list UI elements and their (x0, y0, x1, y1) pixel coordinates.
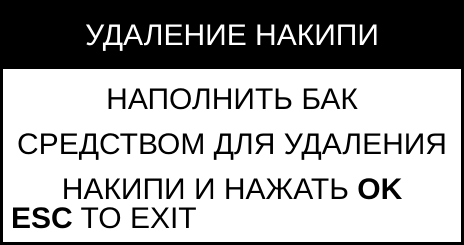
screen-title: УДАЛЕНИЕ НАКИПИ (85, 19, 379, 52)
esc-key-label: ESC (11, 202, 73, 235)
title-bar: УДАЛЕНИЕ НАКИПИ (3, 3, 461, 69)
instruction-message: НАПОЛНИТЬ БАК СРЕДСТВОМ ДЛЯ УДАЛЕНИЯ НАК… (3, 77, 461, 212)
ok-key-label: OK (357, 173, 403, 206)
exit-hint-text: TO EXIT (80, 202, 197, 235)
descaling-display: УДАЛЕНИЕ НАКИПИ НАПОЛНИТЬ БАК СРЕДСТВОМ … (0, 0, 464, 245)
footer-hint: ESC TO EXIT (11, 201, 197, 237)
message-line-1: НАПОЛНИТЬ БАК (106, 83, 358, 116)
message-line-2: СРЕДСТВОМ ДЛЯ УДАЛЕНИЯ (17, 128, 447, 161)
